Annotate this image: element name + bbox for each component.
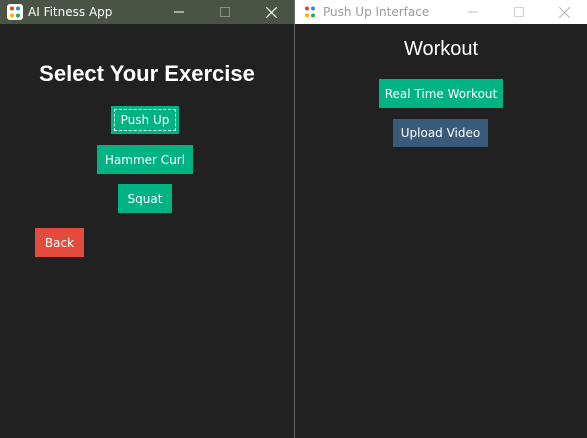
- maximize-button[interactable]: [496, 0, 542, 24]
- window-title: AI Fitness App: [28, 5, 113, 19]
- minimize-button[interactable]: [450, 0, 496, 24]
- window-title: Push Up Interface: [323, 5, 430, 19]
- maximize-icon: [220, 7, 230, 17]
- squat-button[interactable]: Squat: [118, 184, 172, 213]
- push-up-button[interactable]: Push Up: [111, 106, 179, 134]
- close-button[interactable]: [541, 0, 587, 24]
- title-bar[interactable]: Push Up Interface: [295, 0, 587, 24]
- push-up-label: Push Up: [120, 113, 170, 127]
- minimize-button[interactable]: [156, 0, 202, 24]
- hammer-curl-button[interactable]: Hammer Curl: [97, 145, 193, 174]
- app-icon: [302, 4, 318, 20]
- title-bar[interactable]: AI Fitness App: [0, 0, 294, 24]
- push-up-interface-window: Push Up Interface Workout Real Time Work…: [295, 0, 587, 438]
- maximize-button[interactable]: [202, 0, 248, 24]
- close-icon: [558, 6, 570, 18]
- back-button[interactable]: Back: [35, 228, 84, 257]
- close-button[interactable]: [248, 0, 294, 24]
- upload-video-button[interactable]: Upload Video: [393, 119, 488, 147]
- maximize-icon: [514, 7, 524, 17]
- close-icon: [265, 6, 277, 18]
- minimize-icon: [174, 11, 184, 13]
- minimize-icon: [468, 11, 478, 13]
- real-time-workout-label: Real Time Workout: [384, 86, 498, 101]
- ai-fitness-window: AI Fitness App Select Your Exercise Push…: [0, 0, 294, 438]
- upload-video-label: Upload Video: [400, 126, 481, 140]
- back-label: Back: [44, 235, 75, 250]
- page-title: Select Your Exercise: [39, 61, 255, 86]
- app-icon: [7, 4, 23, 20]
- workout-heading: Workout: [403, 38, 479, 60]
- real-time-workout-button[interactable]: Real Time Workout: [379, 79, 503, 108]
- hammer-curl-label: Hammer Curl: [104, 152, 186, 167]
- squat-label: Squat: [127, 191, 163, 206]
